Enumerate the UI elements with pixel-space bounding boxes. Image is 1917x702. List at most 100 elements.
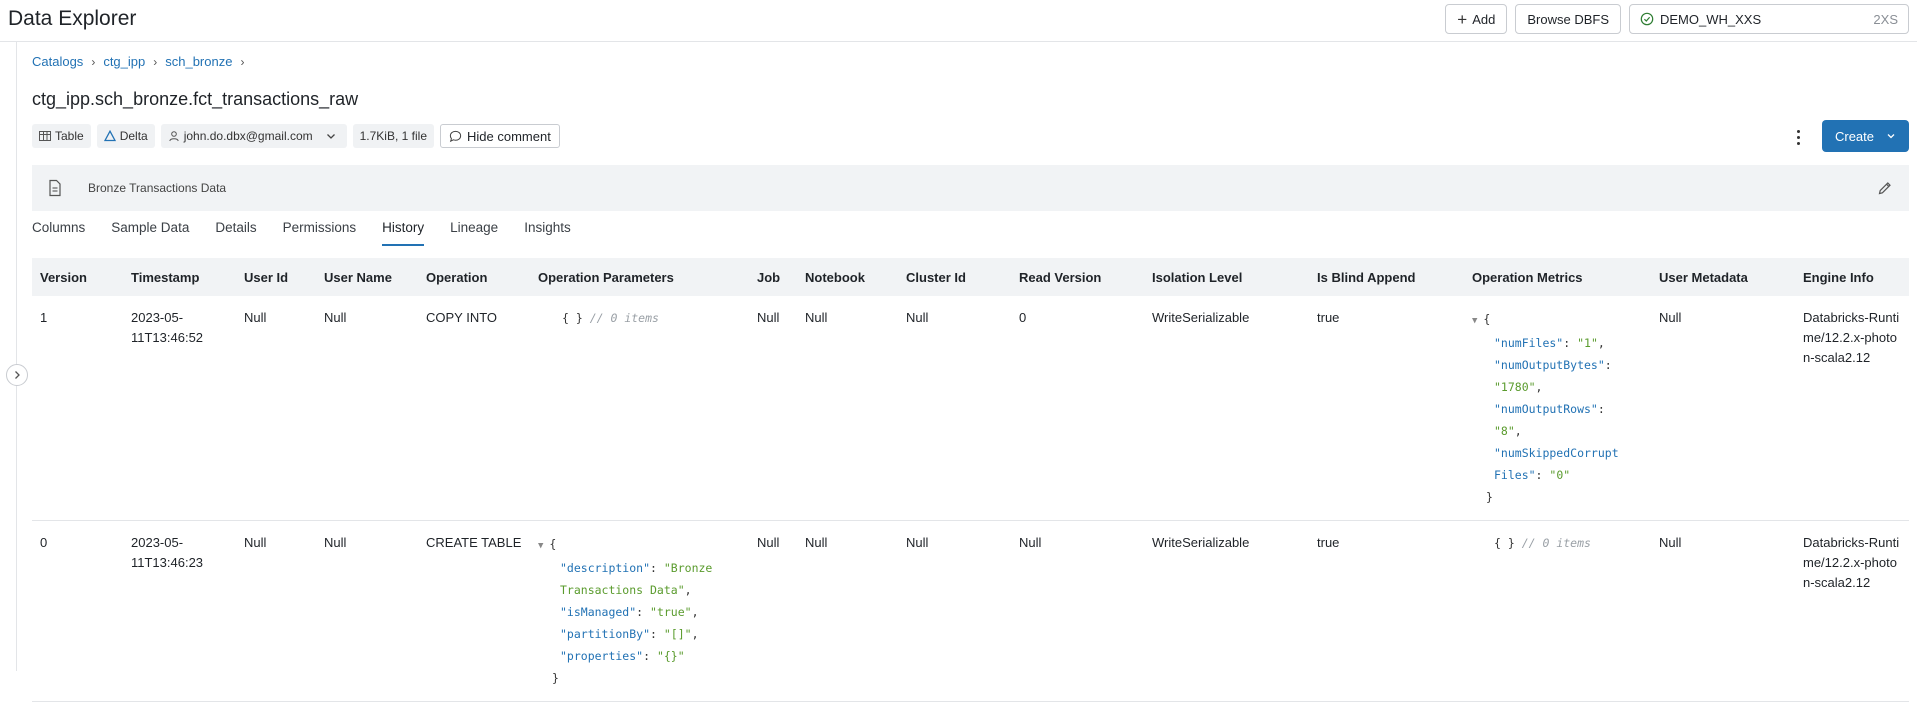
table-header-row: Version Timestamp User Id User Name Oper… <box>32 258 1909 296</box>
tab-details[interactable]: Details <box>215 220 256 244</box>
tab-sample-data[interactable]: Sample Data <box>111 220 189 244</box>
more-options-icon[interactable] <box>1792 126 1804 148</box>
tab-history[interactable]: History <box>382 220 425 246</box>
breadcrumb-schema[interactable]: sch_bronze <box>165 54 232 69</box>
json-item-count: // 0 items <box>1521 536 1591 550</box>
cell-user-id: Null <box>236 296 316 521</box>
column-header[interactable]: Timestamp <box>123 258 236 296</box>
column-header[interactable]: Version <box>32 258 123 296</box>
json-key: "isManaged" <box>560 605 637 619</box>
table-meta: Table Delta john.do.dbx@gmail.com 1.7KiB… <box>32 124 560 148</box>
cell-isolation-level: WriteSerializable <box>1144 296 1309 521</box>
cell-cluster-id: Null <box>898 296 1011 521</box>
check-circle-icon <box>1640 12 1654 26</box>
hide-comment-label: Hide comment <box>467 128 551 144</box>
tab-insights[interactable]: Insights <box>524 220 571 244</box>
cell-user-name: Null <box>316 520 418 702</box>
user-icon <box>169 131 179 142</box>
cell-read-version: 0 <box>1011 296 1144 521</box>
cell-operation-parameters: ▼{ "description": "Bronze Transactions D… <box>530 520 749 702</box>
cell-user-metadata: Null <box>1651 296 1795 521</box>
json-viewer: ▼{ "numFiles": "1", "numOutputBytes": "1… <box>1472 312 1619 504</box>
format-badge: Delta <box>96 124 155 148</box>
column-header[interactable]: Read Version <box>1011 258 1144 296</box>
chevron-down-icon <box>1887 134 1895 139</box>
json-key: "numOutputBytes" <box>1494 358 1605 372</box>
cell-engine-info: Databricks-Runtime/12.2.x-photon-scala2.… <box>1795 520 1909 702</box>
column-header[interactable]: Operation <box>418 258 530 296</box>
chevron-right-icon <box>15 371 20 379</box>
left-rail <box>16 42 17 671</box>
column-header[interactable]: Operation Parameters <box>530 258 749 296</box>
document-icon <box>49 179 61 197</box>
json-value: "{}" <box>656 649 685 663</box>
json-viewer: ▼{ "description": "Bronze Transactions D… <box>538 537 713 685</box>
column-header[interactable]: Job <box>749 258 797 296</box>
tab-columns[interactable]: Columns <box>32 220 85 244</box>
expand-sidebar-button[interactable] <box>6 364 28 386</box>
json-value: "true" <box>650 605 692 619</box>
cell-read-version: Null <box>1011 520 1144 702</box>
warehouse-selector[interactable]: DEMO_WH_XXS 2XS <box>1629 4 1909 34</box>
column-header[interactable]: Isolation Level <box>1144 258 1309 296</box>
json-empty-object: { } <box>562 311 583 325</box>
history-table: Version Timestamp User Id User Name Oper… <box>32 258 1909 702</box>
comment-icon <box>449 130 462 142</box>
json-value: "[]" <box>663 627 692 641</box>
table-icon <box>39 131 51 141</box>
json-key: "description" <box>560 561 651 575</box>
warehouse-name: DEMO_WH_XXS <box>1660 11 1762 27</box>
table-row: 0 2023-05-11T13:46:23 Null Null CREATE T… <box>32 520 1909 702</box>
cell-user-id: Null <box>236 520 316 702</box>
json-item-count: // 0 items <box>589 311 659 325</box>
warehouse-size: 2XS <box>1873 11 1898 27</box>
breadcrumb-catalogs[interactable]: Catalogs <box>32 54 83 69</box>
cell-notebook: Null <box>797 296 898 521</box>
hide-comment-button[interactable]: Hide comment <box>440 124 560 148</box>
delta-icon <box>103 130 116 142</box>
breadcrumb: Catalogs › ctg_ipp › sch_bronze › <box>32 54 244 69</box>
cell-job: Null <box>749 296 797 521</box>
cell-operation: COPY INTO <box>418 296 530 521</box>
add-button[interactable]: + Add <box>1445 4 1508 34</box>
json-key: "numOutputRows" <box>1494 402 1598 416</box>
column-header[interactable]: User Id <box>236 258 316 296</box>
table-comment: Bronze Transactions Data <box>88 181 227 195</box>
column-header[interactable]: Notebook <box>797 258 898 296</box>
json-key: "properties" <box>560 649 644 663</box>
cell-version: 1 <box>32 296 123 521</box>
json-value: "1" <box>1577 336 1598 350</box>
chevron-right-icon: › <box>91 54 96 69</box>
json-value: "0" <box>1549 468 1571 482</box>
json-value: "1780" <box>1494 380 1536 394</box>
owner-selector[interactable]: john.do.dbx@gmail.com <box>160 124 347 148</box>
column-header[interactable]: User Metadata <box>1651 258 1795 296</box>
cell-timestamp: 2023-05-11T13:46:23 <box>123 520 236 702</box>
table-row: 1 2023-05-11T13:46:52 Null Null COPY INT… <box>32 296 1909 521</box>
page-title: Data Explorer <box>8 7 137 30</box>
plus-icon: + <box>1457 9 1468 29</box>
cell-operation-metrics: { } // 0 items <box>1464 520 1651 702</box>
collapse-caret-icon[interactable]: ▼ <box>1472 316 1477 326</box>
column-header[interactable]: Operation Metrics <box>1464 258 1651 296</box>
cell-is-blind-append: true <box>1309 296 1464 521</box>
cell-user-metadata: Null <box>1651 520 1795 702</box>
cell-operation-parameters: { } // 0 items <box>530 296 749 521</box>
column-header[interactable]: Is Blind Append <box>1309 258 1464 296</box>
column-header[interactable]: User Name <box>316 258 418 296</box>
column-header[interactable]: Engine Info <box>1795 258 1909 296</box>
column-header[interactable]: Cluster Id <box>898 258 1011 296</box>
breadcrumb-catalog[interactable]: ctg_ipp <box>103 54 145 69</box>
create-button[interactable]: Create <box>1822 120 1909 152</box>
json-empty-object: { } <box>1494 536 1515 550</box>
tab-bar: Columns Sample Data Details Permissions … <box>32 220 571 246</box>
table-name: ctg_ipp.sch_bronze.fct_transactions_raw <box>32 89 359 109</box>
json-value: "8" <box>1494 424 1515 438</box>
tab-lineage[interactable]: Lineage <box>450 220 498 244</box>
browse-dbfs-button[interactable]: Browse DBFS <box>1515 4 1621 34</box>
create-button-label: Create <box>1834 128 1875 144</box>
cell-timestamp: 2023-05-11T13:46:52 <box>123 296 236 521</box>
collapse-caret-icon[interactable]: ▼ <box>538 541 543 551</box>
pencil-icon[interactable] <box>1877 180 1893 196</box>
tab-permissions[interactable]: Permissions <box>283 220 357 244</box>
